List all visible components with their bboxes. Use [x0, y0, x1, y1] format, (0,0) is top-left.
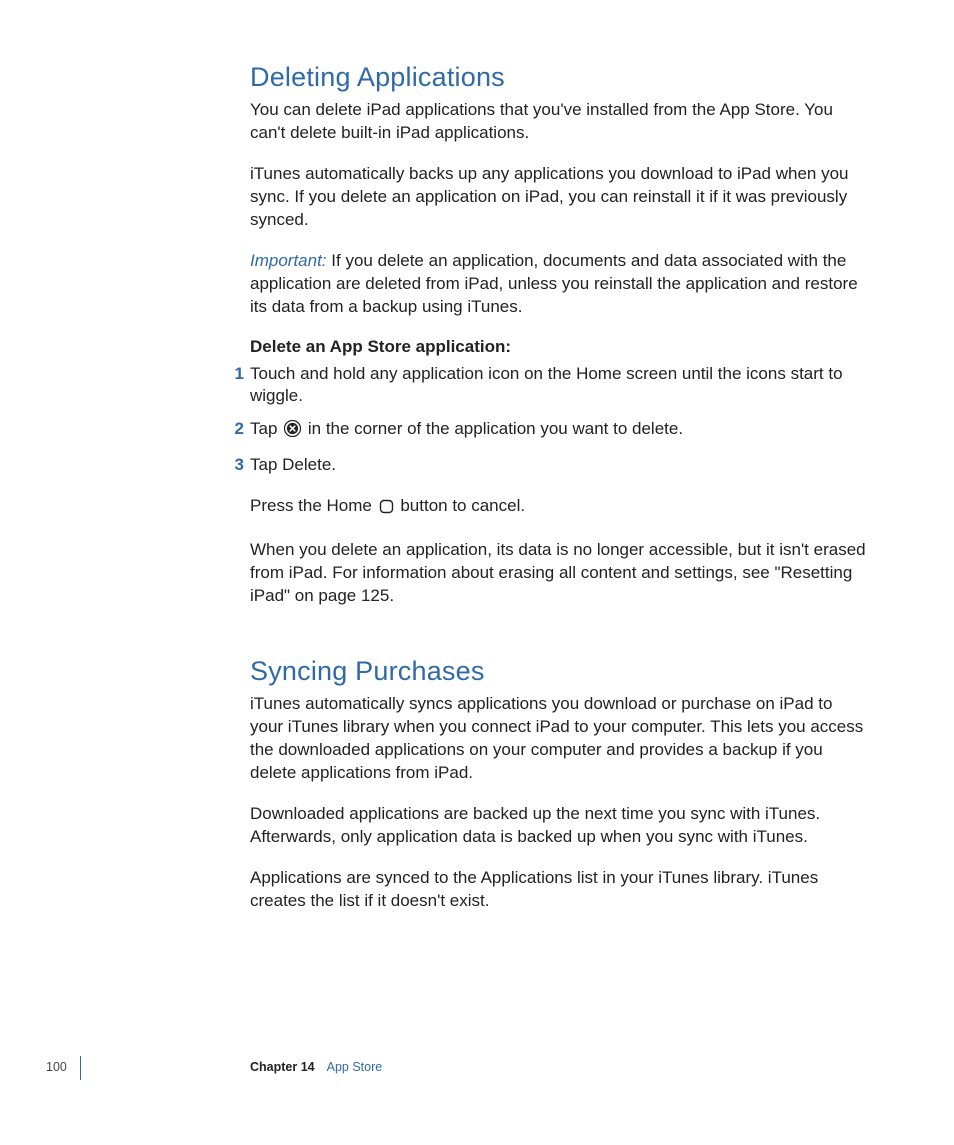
step-text: Touch and hold any application icon on t…: [250, 364, 843, 406]
steps-list: 1 Touch and hold any application icon on…: [250, 363, 870, 478]
body-paragraph: When you delete an application, its data…: [250, 539, 870, 608]
body-paragraph: Press the Home button to cancel.: [250, 495, 870, 521]
body-paragraph: Downloaded applications are backed up th…: [250, 803, 870, 849]
page-footer: 100 Chapter 14 App Store: [0, 1060, 954, 1090]
step-item: 3 Tap Delete.: [250, 454, 870, 477]
delete-x-icon: [284, 420, 301, 444]
step-item: 1 Touch and hold any application icon on…: [250, 363, 870, 409]
heading-syncing-purchases: Syncing Purchases: [250, 656, 870, 687]
body-text: button to cancel.: [396, 496, 525, 515]
step-item: 2 Tap in the corner of the application y…: [250, 418, 870, 444]
body-paragraph: You can delete iPad applications that yo…: [250, 99, 870, 145]
important-note: Important: If you delete an application,…: [250, 250, 870, 319]
step-number: 1: [226, 363, 244, 386]
body-paragraph: iTunes automatically backs up any applic…: [250, 163, 870, 232]
chapter-title: App Store: [327, 1060, 383, 1074]
page-content: Deleting Applications You can delete iPa…: [250, 62, 870, 913]
body-paragraph: iTunes automatically syncs applications …: [250, 693, 870, 785]
sub-heading-delete-app: Delete an App Store application:: [250, 337, 870, 357]
home-button-icon: [379, 498, 394, 521]
body-paragraph: Applications are synced to the Applicati…: [250, 867, 870, 913]
step-text: Tap Delete.: [250, 455, 336, 474]
important-label: Important:: [250, 251, 327, 270]
heading-deleting-applications: Deleting Applications: [250, 62, 870, 93]
step-text: Tap: [250, 419, 282, 438]
chapter-info: Chapter 14 App Store: [250, 1060, 382, 1074]
important-text: If you delete an application, documents …: [250, 251, 858, 316]
step-number: 2: [226, 418, 244, 441]
chapter-label: Chapter 14: [250, 1060, 315, 1074]
step-number: 3: [226, 454, 244, 477]
step-text: in the corner of the application you wan…: [303, 419, 683, 438]
page-number: 100: [46, 1060, 67, 1074]
body-text: Press the Home: [250, 496, 377, 515]
footer-divider: [80, 1056, 81, 1080]
